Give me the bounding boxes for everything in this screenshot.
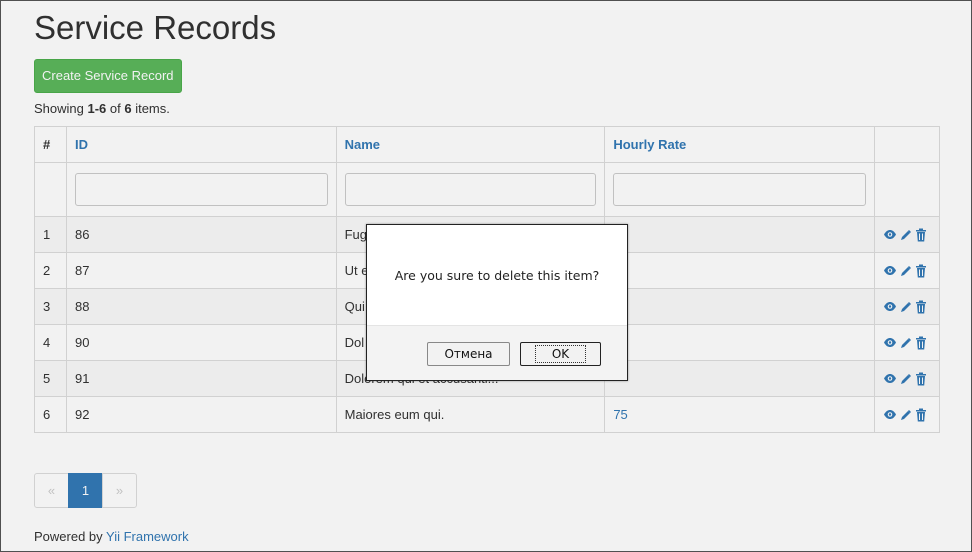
confirm-dialog: Are you sure to delete this item? Отмена… (366, 224, 628, 381)
ok-button[interactable]: OK (520, 342, 601, 366)
ok-button-label: OK (534, 345, 587, 363)
confirm-message: Are you sure to delete this item? (394, 267, 600, 283)
dialog-footer: Отмена OK (367, 325, 627, 380)
cancel-button[interactable]: Отмена (427, 342, 510, 366)
